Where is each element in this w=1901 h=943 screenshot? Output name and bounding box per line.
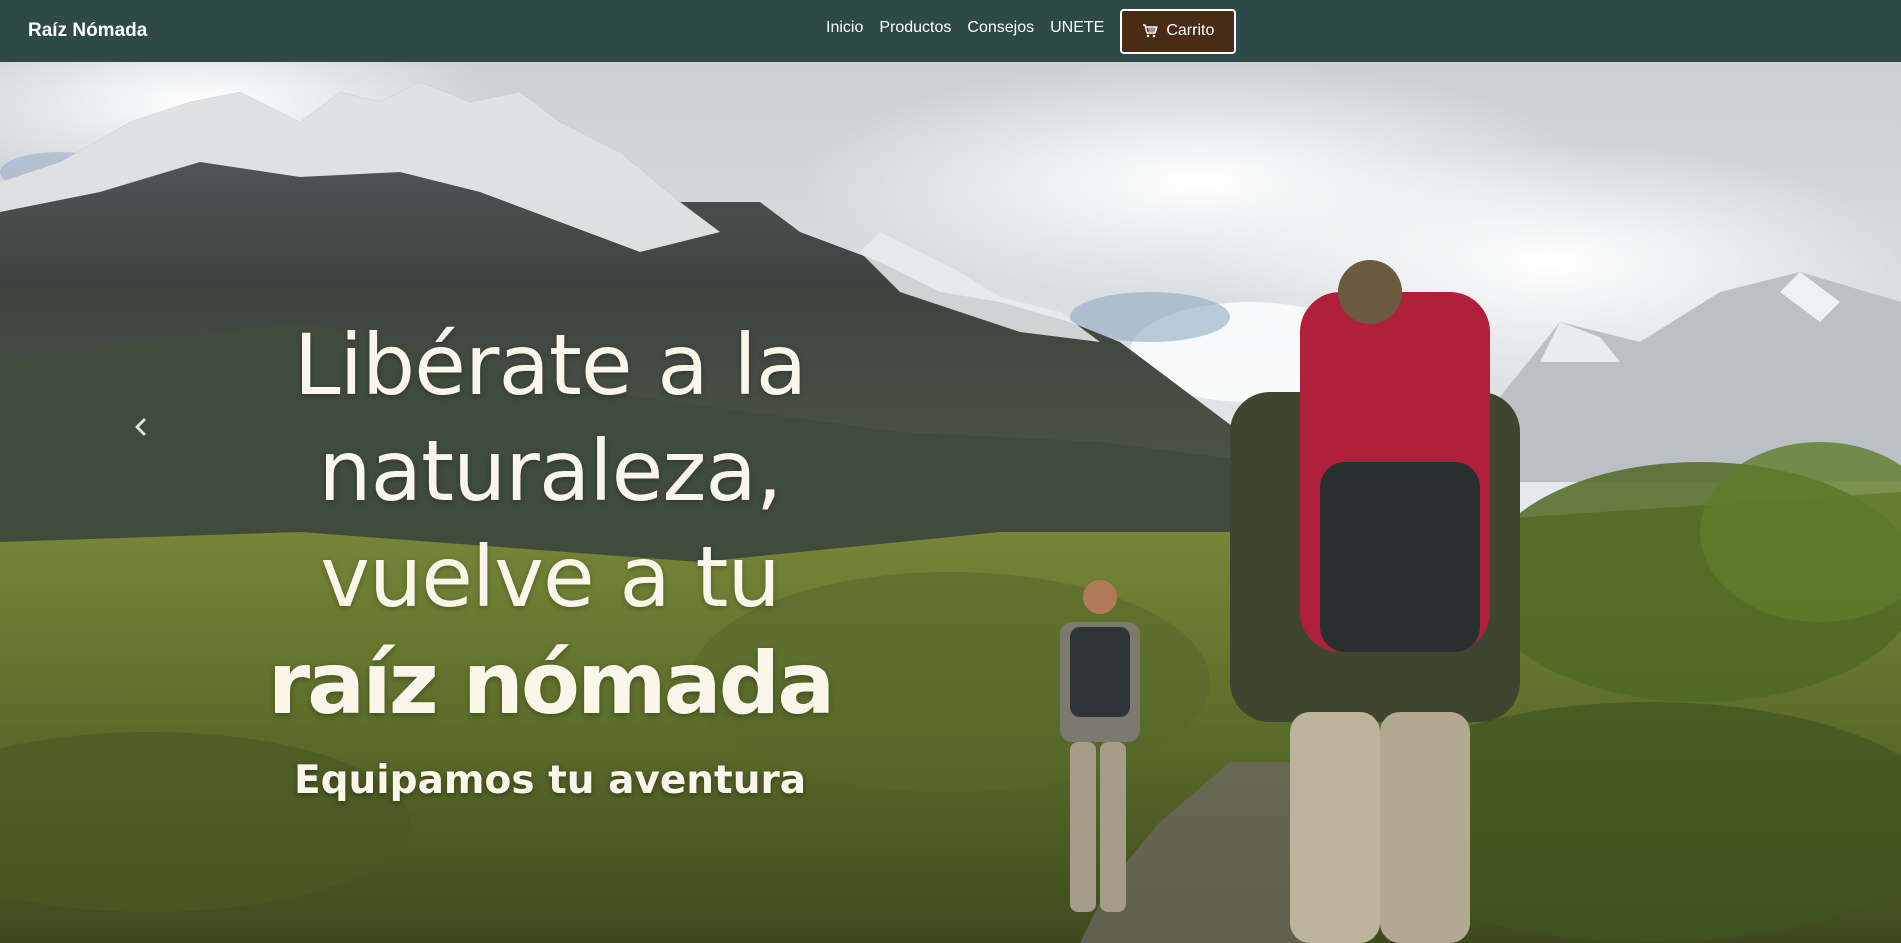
cart-label: Carrito [1166, 22, 1215, 39]
nav-link-inicio[interactable]: Inicio [826, 19, 863, 37]
hero-text: Libérate a la naturaleza, vuelve a tu ra… [230, 312, 870, 803]
hero-headline-line-3: vuelve a tu [320, 528, 780, 626]
hero-carousel: Libérate a la naturaleza, vuelve a tu ra… [0, 62, 1901, 943]
nav-link-consejos[interactable]: Consejos [967, 19, 1034, 37]
nav-links: Inicio Productos Consejos UNETE Carrito [826, 0, 1237, 62]
hero-headline-line-2: naturaleza, [318, 422, 782, 520]
brand-logo[interactable]: Raíz Nómada [28, 0, 147, 62]
hero-tagline: Equipamos tu aventura [293, 758, 807, 803]
nav-link-unete[interactable]: UNETE [1050, 19, 1104, 37]
hero-headline-bold: raíz nómada [267, 634, 835, 734]
chevron-left-icon [135, 418, 146, 436]
navbar: Raíz Nómada Inicio Productos Consejos UN… [0, 0, 1901, 62]
nav-link-productos[interactable]: Productos [879, 19, 951, 37]
carousel-prev-button[interactable] [128, 412, 152, 442]
hero-headline-line-1: Libérate a la [293, 316, 807, 414]
cart-button[interactable]: Carrito [1120, 8, 1237, 54]
cart-icon [1142, 24, 1159, 38]
